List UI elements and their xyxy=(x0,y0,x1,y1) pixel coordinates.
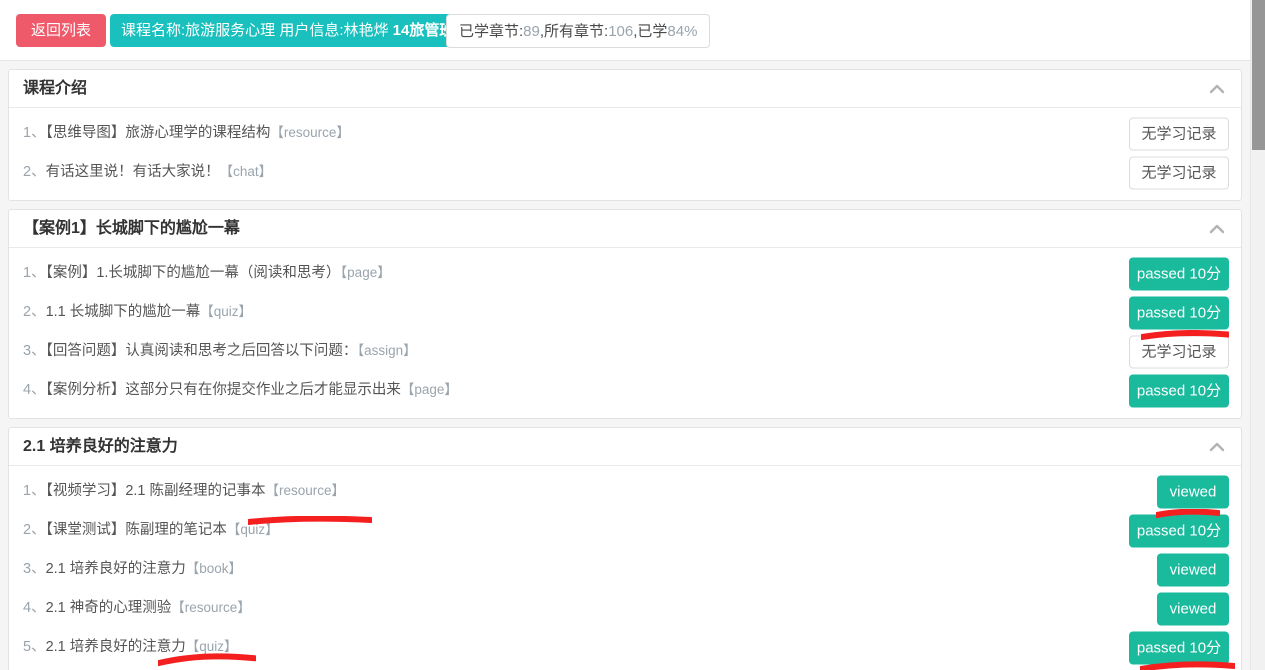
row-label[interactable]: 1、【视频学习】2.1 陈副经理的记事本【resource】 xyxy=(23,481,345,503)
page-scrollbar-thumb[interactable] xyxy=(1252,0,1265,150)
section-row: 4、2.1 神奇的心理测验【resource】 viewed xyxy=(9,589,1241,628)
row-status-button[interactable]: passed 10分 xyxy=(1129,514,1229,547)
row-index: 3、 xyxy=(23,560,46,577)
section-row: 4、【案例分析】这部分只有在你提交作业之后才能显示出来【page】 passed … xyxy=(9,371,1241,410)
row-title: 【案例分析】这部分只有在你提交作业之后才能显示出来 xyxy=(45,381,401,398)
section-body: 1、【案例】1.长城脚下的尴尬一幕（阅读和思考）【page】 passed 10分… xyxy=(9,248,1241,418)
section-row: 2、1.1 长城脚下的尴尬一幕【quiz】 passed 10分 xyxy=(9,293,1241,332)
row-type-tag: 【page】 xyxy=(400,381,458,397)
row-title: 1.1 长城脚下的尴尬一幕 xyxy=(45,303,201,320)
row-title: 【视频学习】2.1 陈副经理的记事本 xyxy=(45,482,266,499)
row-label[interactable]: 4、2.1 神奇的心理测验【resource】 xyxy=(23,598,251,620)
row-index: 4、 xyxy=(23,599,46,616)
chevron-up-icon[interactable] xyxy=(1207,428,1227,466)
row-index: 2、 xyxy=(23,163,46,180)
section-row: 1、【思维导图】旅游心理学的课程结构【resource】 无学习记录 xyxy=(9,114,1241,153)
row-label[interactable]: 3、【回答问题】认真阅读和思考之后回答以下问题：【assign】 xyxy=(23,341,417,363)
row-status-button[interactable]: passed 10分 xyxy=(1129,257,1229,290)
stat-mid-label: ,所有章节: xyxy=(539,23,609,40)
section-row: 2、【课堂测试】陈副理的笔记本【quiz】 passed 10分 xyxy=(9,511,1241,550)
course-sections-list: 课程介绍 1、【思维导图】旅游心理学的课程结构【resource】 无学习记录 2、有… xyxy=(0,61,1250,670)
section-header[interactable]: 2.1 培养良好的注意力 xyxy=(9,428,1241,466)
row-index: 3、 xyxy=(23,342,46,359)
row-type-tag: 【chat】 xyxy=(219,163,273,179)
row-title: 【回答问题】认真阅读和思考之后回答以下问题： xyxy=(45,342,358,359)
row-type-tag: 【page】 xyxy=(340,264,391,280)
row-label[interactable]: 3、2.1 培养良好的注意力【book】 xyxy=(23,559,242,581)
section-row: 3、2.1 培养良好的注意力【book】 viewed xyxy=(9,550,1241,589)
row-index: 4、 xyxy=(23,381,46,398)
row-status-button[interactable]: viewed xyxy=(1157,592,1229,625)
stat-percent-value: 84% xyxy=(667,23,698,40)
row-title: 2.1 神奇的心理测验 xyxy=(45,599,172,616)
section-row: 3、【回答问题】认真阅读和思考之后回答以下问题：【assign】 无学习记录 xyxy=(9,332,1241,371)
row-label[interactable]: 5、2.1 培养良好的注意力【quiz】 xyxy=(23,637,238,659)
row-type-tag: 【quiz】 xyxy=(200,303,253,319)
course-info-text: 课程名称:旅游服务心理 用户信息:林艳烨 xyxy=(121,22,393,39)
row-type-tag: 【assign】 xyxy=(357,342,417,358)
row-index: 5、 xyxy=(23,638,46,655)
page-scrollbar[interactable] xyxy=(1250,0,1265,670)
row-status-button[interactable]: passed 10分 xyxy=(1129,631,1229,664)
row-type-tag: 【resource】 xyxy=(265,482,346,498)
row-type-tag: 【resource】 xyxy=(270,124,350,140)
row-title: 2.1 培养良好的注意力 xyxy=(45,638,186,655)
row-status-button[interactable]: 无学习记录 xyxy=(1129,156,1229,189)
section-row: 1、【视频学习】2.1 陈副经理的记事本【resource】 viewed xyxy=(9,472,1241,511)
section-header[interactable]: 课程介绍 xyxy=(9,70,1241,108)
row-type-tag: 【book】 xyxy=(185,560,243,576)
row-label[interactable]: 4、【案例分析】这部分只有在你提交作业之后才能显示出来【page】 xyxy=(23,380,458,402)
chevron-up-icon[interactable] xyxy=(1207,210,1227,248)
course-info-badge: 课程名称:旅游服务心理 用户信息:林艳烨 14旅管班 xyxy=(110,14,466,47)
course-section-panel: 【案例1】长城脚下的尴尬一幕 1、【案例】1.长城脚下的尴尬一幕（阅读和思考）【p… xyxy=(8,209,1242,419)
course-section-panel: 课程介绍 1、【思维导图】旅游心理学的课程结构【resource】 无学习记录 2、有… xyxy=(8,69,1242,201)
row-title: 有话这里说！有话大家说！ xyxy=(45,163,220,180)
section-row: 2、有话这里说！有话大家说！【chat】 无学习记录 xyxy=(9,153,1241,192)
course-section-panel: 2.1 培养良好的注意力 1、【视频学习】2.1 陈副经理的记事本【resourc… xyxy=(8,427,1242,670)
section-title: 课程介绍 xyxy=(23,80,88,97)
row-index: 1、 xyxy=(23,264,46,281)
row-label[interactable]: 2、有话这里说！有话大家说！【chat】 xyxy=(23,162,272,184)
row-status-button[interactable]: passed 10分 xyxy=(1129,296,1229,329)
row-title: 2.1 培养良好的注意力 xyxy=(45,560,186,577)
row-status-button[interactable]: 无学习记录 xyxy=(1129,335,1229,368)
section-title: 【案例1】长城脚下的尴尬一幕 xyxy=(23,220,240,237)
row-index: 2、 xyxy=(23,303,46,320)
stat-total-count: 106 xyxy=(608,23,634,40)
chevron-up-icon[interactable] xyxy=(1207,70,1227,108)
row-status-button[interactable]: viewed xyxy=(1157,475,1229,508)
row-title: 【课堂测试】陈副理的笔记本 xyxy=(45,521,227,538)
stat-suffix-label: ,已学 xyxy=(633,23,668,40)
row-index: 2、 xyxy=(23,521,46,538)
row-index: 1、 xyxy=(23,124,46,141)
section-body: 1、【视频学习】2.1 陈副经理的记事本【resource】 viewed 2、【课… xyxy=(9,466,1241,670)
row-label[interactable]: 2、【课堂测试】陈副理的笔记本【quiz】 xyxy=(23,520,279,542)
row-type-tag: 【quiz】 xyxy=(226,521,279,537)
row-status-button[interactable]: passed 10分 xyxy=(1129,374,1229,407)
progress-stats-box: 已学章节:89,所有章节:106,已学84% xyxy=(446,14,711,48)
row-type-tag: 【resource】 xyxy=(171,599,251,615)
row-status-button[interactable]: viewed xyxy=(1157,553,1229,586)
section-body: 1、【思维导图】旅游心理学的课程结构【resource】 无学习记录 2、有话这里说… xyxy=(9,108,1241,200)
section-title: 2.1 培养良好的注意力 xyxy=(23,438,178,455)
top-toolbar: 返回列表 课程名称:旅游服务心理 用户信息:林艳烨 14旅管班 已学章节:89,… xyxy=(0,0,1250,61)
row-status-button[interactable]: 无学习记录 xyxy=(1129,117,1229,150)
row-label[interactable]: 1、【案例】1.长城脚下的尴尬一幕（阅读和思考）【page】 xyxy=(23,263,391,285)
stat-learned-count: 89 xyxy=(523,23,540,40)
section-header[interactable]: 【案例1】长城脚下的尴尬一幕 xyxy=(9,210,1241,248)
stat-prefix-label: 已学章节: xyxy=(459,23,524,40)
row-title: 【案例】1.长城脚下的尴尬一幕（阅读和思考） xyxy=(45,264,341,281)
section-row: 1、【案例】1.长城脚下的尴尬一幕（阅读和思考）【page】 passed 10分 xyxy=(9,254,1241,293)
row-index: 1、 xyxy=(23,482,46,499)
section-row: 5、2.1 培养良好的注意力【quiz】 passed 10分 xyxy=(9,628,1241,667)
row-title: 【思维导图】旅游心理学的课程结构 xyxy=(45,124,271,141)
back-to-list-button[interactable]: 返回列表 xyxy=(16,14,107,47)
row-type-tag: 【quiz】 xyxy=(185,638,238,654)
row-label[interactable]: 2、1.1 长城脚下的尴尬一幕【quiz】 xyxy=(23,302,252,324)
course-progress-page: 返回列表 课程名称:旅游服务心理 用户信息:林艳烨 14旅管班 已学章节:89,… xyxy=(0,0,1265,670)
row-label[interactable]: 1、【思维导图】旅游心理学的课程结构【resource】 xyxy=(23,123,350,145)
